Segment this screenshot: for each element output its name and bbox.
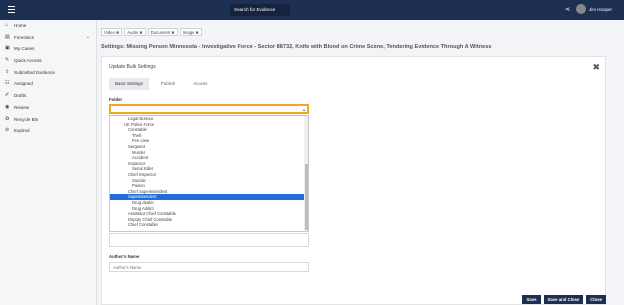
sidebar-item-expired[interactable]: ⊘ Expired [0,125,96,137]
tab-publish[interactable]: Publish [155,78,181,90]
tab-basic-settings[interactable]: Basic Settings [109,78,149,90]
folder-dropdown-list[interactable]: Legal Bureau UK Police Force Constable Thef… [109,115,309,232]
folder-select[interactable]: ▴ [109,104,309,114]
sidebar-icon: ☷ [5,80,10,87]
user-name[interactable]: Jim Hooper [589,7,612,12]
tag-document[interactable]: Document✖ [147,28,178,36]
sidebar-item-label: Review [14,104,30,110]
sidebar-item-submitted-evidence[interactable]: ⇪ Submitted Evidence [0,67,96,79]
share-icon[interactable]: ⋖ [565,6,570,13]
tag-image[interactable]: Image✖ [179,28,202,36]
sidebar-item-my-cases[interactable]: ▣ My Cases [0,43,96,55]
sidebar-item-label: Recycle Bin [14,116,39,122]
remove-tag-icon[interactable]: ✖ [116,30,119,35]
sidebar-item-label: Drafts [14,93,27,99]
close-button[interactable]: Close [586,295,606,304]
sidebar-item-quick-access[interactable]: ✎ Quick Access [0,55,96,67]
tag-label: Image [182,30,195,35]
sidebar-icon: ⊘ [5,127,10,134]
sidebar-item-recycle-bin[interactable]: ♻ Recycle Bin [0,114,96,126]
sidebar-item-label: Quick Access [14,58,42,64]
tag-audio[interactable]: Audio✖ [124,28,146,36]
description-field[interactable] [109,233,309,247]
sidebar-item-label: My Cases [14,46,35,52]
tag-bar: Video✖ Audio✖ Document✖ Image✖ [101,28,204,37]
action-buttons: Save Save and Close Close [519,295,606,304]
author-name-input[interactable] [109,262,309,272]
sidebar-icon: ⌂ [5,22,9,28]
search-input[interactable]: Search for Evidence [230,4,290,16]
scrollbar-thumb[interactable] [304,164,308,230]
sidebar-icon: ▣ [5,45,10,52]
page-title: Settings: Missing Person Minnesota - Inv… [101,44,492,50]
save-button[interactable]: Save [522,295,541,304]
sidebar-icon: ✎ [5,57,10,64]
caret-icon: ▴ [302,107,305,112]
folder-option[interactable]: Chief Constable [110,222,308,228]
sidebar-icon: ✐ [5,92,10,99]
sidebar: ⌂ Home ▤ Forensics ⌄ ▣ My Cases ✎ Quick Access ⇪ S… [0,20,97,305]
sidebar-icon: ♻ [5,115,10,122]
avatar[interactable] [576,4,586,14]
tag-label: Document [150,30,171,35]
sidebar-item-review[interactable]: ◉ Review [0,102,96,114]
bulk-settings-panel: Update Bulk Settings ✖ Basic Settings Pub… [101,56,606,305]
remove-tag-icon[interactable]: ✖ [196,30,199,35]
folder-label: Folder [109,97,123,102]
save-and-close-button[interactable]: Save and Close [543,295,584,304]
tab-access[interactable]: Access [187,78,213,90]
tab-bar: Basic Settings Publish Access [109,78,219,90]
sidebar-item-home[interactable]: ⌂ Home [0,20,96,32]
sidebar-icon: ◉ [5,103,10,110]
sidebar-item-label: Assigned [14,81,33,87]
sidebar-item-label: Submitted Evidence [14,69,55,75]
tag-label: Audio [127,30,139,35]
sidebar-item-label: Home [14,23,27,28]
sidebar-item-assigned[interactable]: ☷ Assigned [0,78,96,90]
close-icon[interactable]: ✖ [592,62,600,72]
sidebar-item-drafts[interactable]: ✐ Drafts [0,90,96,102]
panel-title: Update Bulk Settings [109,64,156,70]
chevron-down-icon[interactable]: ⌄ [86,32,90,44]
remove-tag-icon[interactable]: ✖ [171,30,174,35]
tag-video[interactable]: Video✖ [101,28,123,36]
top-bar: Search for Evidence ⋖ Jim Hooper [0,0,624,20]
tag-label: Video [104,30,115,35]
sidebar-icon: ⇪ [5,68,10,75]
remove-tag-icon[interactable]: ✖ [139,30,142,35]
hamburger-menu-icon[interactable] [8,6,15,13]
sidebar-item-label: Forensics [14,34,34,40]
sidebar-icon: ▤ [5,33,10,40]
author-name-label: Author's Name [109,254,140,259]
sidebar-item-forensics[interactable]: ▤ Forensics ⌄ [0,32,96,44]
sidebar-item-label: Expired [14,128,30,134]
